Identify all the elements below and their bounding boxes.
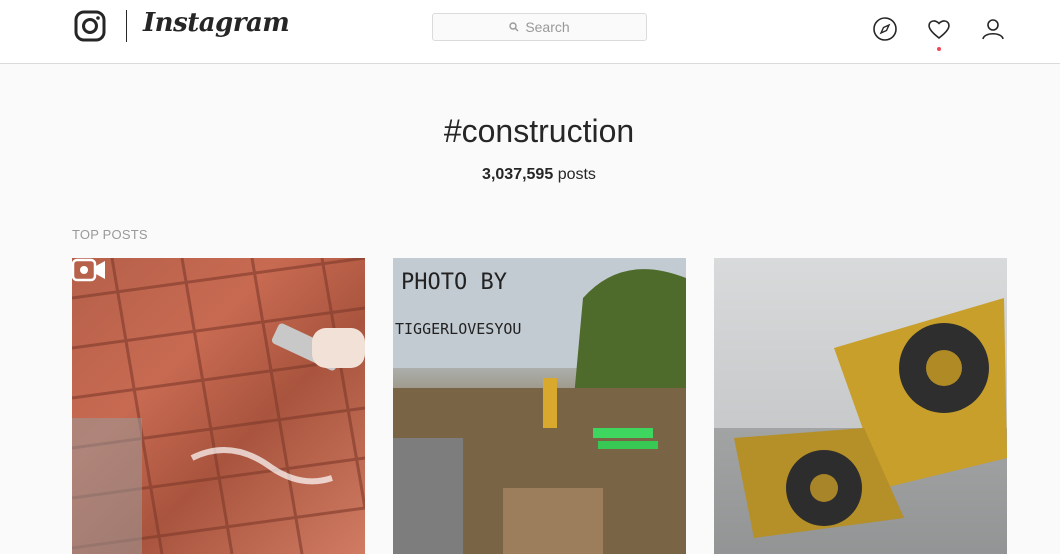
post-tile-3[interactable] [714, 258, 1007, 554]
logo-divider [126, 10, 127, 42]
instagram-logo-icon[interactable] [74, 10, 106, 42]
watermark-line-1: PHOTO BY [401, 270, 507, 295]
tile-construction-site-image [393, 258, 686, 554]
section-label: TOP POSTS [72, 227, 148, 242]
hashtag-title: #construction [443, 113, 635, 149]
heart-icon[interactable] [926, 16, 952, 42]
notification-dot [937, 47, 941, 51]
search-placeholder: Search [525, 19, 570, 35]
post-count-suffix: posts [557, 166, 596, 183]
post-tile-1[interactable] [72, 258, 365, 554]
profile-icon[interactable] [980, 16, 1006, 42]
compass-icon[interactable] [872, 16, 898, 42]
post-tile-2[interactable]: PHOTO BY TIGGERLOVESYOU [393, 258, 686, 554]
post-count-number: 3,037,595 [482, 166, 554, 183]
watermark-line-2: TIGGERLOVESYOU [395, 320, 522, 338]
instagram-wordmark[interactable]: Instagram [143, 8, 290, 38]
video-camera-icon [72, 258, 105, 282]
post-count: 3,037,595 posts [0, 166, 1060, 184]
search-icon [509, 22, 519, 32]
search-input[interactable]: Search [432, 13, 647, 41]
tile-loader-image [714, 298, 1007, 554]
top-navigation-bar: Instagram Search [0, 0, 1060, 64]
tile-pavers-image [72, 258, 365, 554]
